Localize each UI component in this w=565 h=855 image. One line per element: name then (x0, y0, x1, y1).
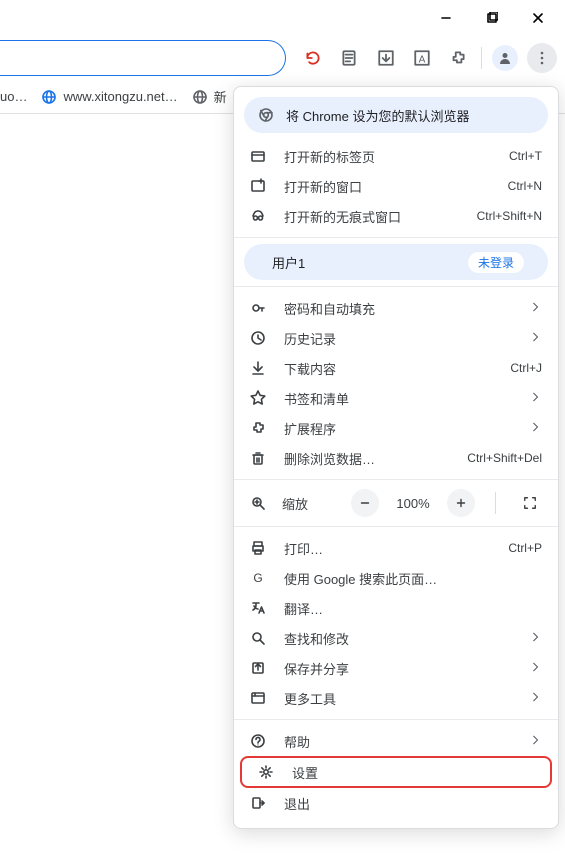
menu-item-passwords[interactable]: 密码和自动填充 (234, 293, 558, 323)
menu-item-translate[interactable]: 翻译… (234, 593, 558, 623)
menu-item-zoom: 缩放 100% (234, 486, 558, 520)
globe-icon (41, 89, 57, 105)
gear-icon (256, 764, 276, 780)
zoom-in-button[interactable] (447, 489, 475, 517)
chrome-icon (258, 107, 274, 123)
bookmark-item[interactable]: 新 (192, 87, 227, 106)
menu-divider (234, 286, 558, 287)
zoom-value: 100% (393, 496, 433, 511)
menu-item-user[interactable]: 用户1 未登录 (244, 244, 548, 280)
print-icon (248, 540, 268, 556)
menu-item-clear-data[interactable]: 删除浏览数据… Ctrl+Shift+Del (234, 443, 558, 473)
key-icon (248, 300, 268, 316)
menu-item-extensions[interactable]: 扩展程序 (234, 413, 558, 443)
menu-item-exit[interactable]: 退出 (234, 788, 558, 818)
extension-icon (248, 420, 268, 436)
reload-button[interactable] (296, 40, 330, 76)
extensions-icon[interactable] (441, 40, 475, 76)
zoom-separator (495, 492, 496, 514)
menu-item-more-tools[interactable]: 更多工具 (234, 683, 558, 713)
default-browser-label: 将 Chrome 设为您的默认浏览器 (286, 106, 469, 125)
zoom-out-button[interactable] (351, 489, 379, 517)
chevron-right-icon (530, 691, 542, 706)
window-close-button[interactable] (515, 2, 561, 34)
menu-item-find-edit[interactable]: 查找和修改 (234, 623, 558, 653)
share-icon (248, 660, 268, 676)
bookmark-item[interactable]: uo… (0, 89, 27, 104)
chrome-menu-button[interactable] (525, 40, 559, 76)
toolbar-separator (481, 47, 482, 69)
chevron-right-icon (530, 734, 542, 749)
menu-item-new-window[interactable]: 打开新的窗口 Ctrl+N (234, 171, 558, 201)
exit-icon (248, 795, 268, 811)
menu-divider (234, 526, 558, 527)
window-icon (248, 178, 268, 194)
window-minimize-button[interactable] (423, 2, 469, 34)
tools-icon (248, 690, 268, 706)
menu-divider (234, 237, 558, 238)
menu-item-save-share[interactable]: 保存并分享 (234, 653, 558, 683)
bookmark-item[interactable]: www.xitongzu.net… (41, 89, 177, 105)
chevron-right-icon (530, 301, 542, 316)
chevron-right-icon (530, 421, 542, 436)
menu-item-google-search[interactable]: 使用 Google 搜索此页面… (234, 563, 558, 593)
window-maximize-button[interactable] (469, 2, 515, 34)
menu-item-incognito[interactable]: 打开新的无痕式窗口 Ctrl+Shift+N (234, 201, 558, 231)
search-icon (248, 630, 268, 646)
window-titlebar (0, 0, 565, 36)
menu-item-bookmarks[interactable]: 书签和清单 (234, 383, 558, 413)
menu-divider (234, 479, 558, 480)
help-icon (248, 733, 268, 749)
chevron-right-icon (530, 391, 542, 406)
menu-item-print[interactable]: 打印… Ctrl+P (234, 533, 558, 563)
default-browser-banner[interactable]: 将 Chrome 设为您的默认浏览器 (244, 97, 548, 133)
google-icon (248, 570, 268, 586)
profile-button[interactable] (488, 40, 522, 76)
translate-toolbar-icon[interactable] (405, 40, 439, 76)
menu-item-new-tab[interactable]: 打开新的标签页 Ctrl+T (234, 141, 558, 171)
incognito-icon (248, 208, 268, 224)
chevron-right-icon (530, 331, 542, 346)
zoom-icon (248, 495, 268, 511)
menu-item-history[interactable]: 历史记录 (234, 323, 558, 353)
highlighted-settings: 设置 (240, 756, 552, 788)
globe-icon (192, 89, 208, 105)
chevron-right-icon (530, 631, 542, 646)
translate-icon (248, 600, 268, 616)
menu-item-settings[interactable]: 设置 (242, 758, 550, 786)
history-icon (248, 330, 268, 346)
star-icon (248, 390, 268, 406)
user-status-pill: 未登录 (468, 252, 524, 273)
browser-toolbar (0, 36, 565, 80)
menu-item-help[interactable]: 帮助 (234, 726, 558, 756)
menu-divider (234, 719, 558, 720)
chrome-main-menu: 将 Chrome 设为您的默认浏览器 打开新的标签页 Ctrl+T 打开新的窗口… (233, 86, 559, 829)
reading-list-icon[interactable] (332, 40, 366, 76)
download-icon (248, 360, 268, 376)
tab-icon (248, 148, 268, 164)
menu-item-downloads[interactable]: 下载内容 Ctrl+J (234, 353, 558, 383)
fullscreen-button[interactable] (516, 489, 544, 517)
trash-icon (248, 450, 268, 466)
chevron-right-icon (530, 661, 542, 676)
downloads-icon[interactable] (368, 40, 402, 76)
address-bar[interactable] (0, 40, 286, 76)
